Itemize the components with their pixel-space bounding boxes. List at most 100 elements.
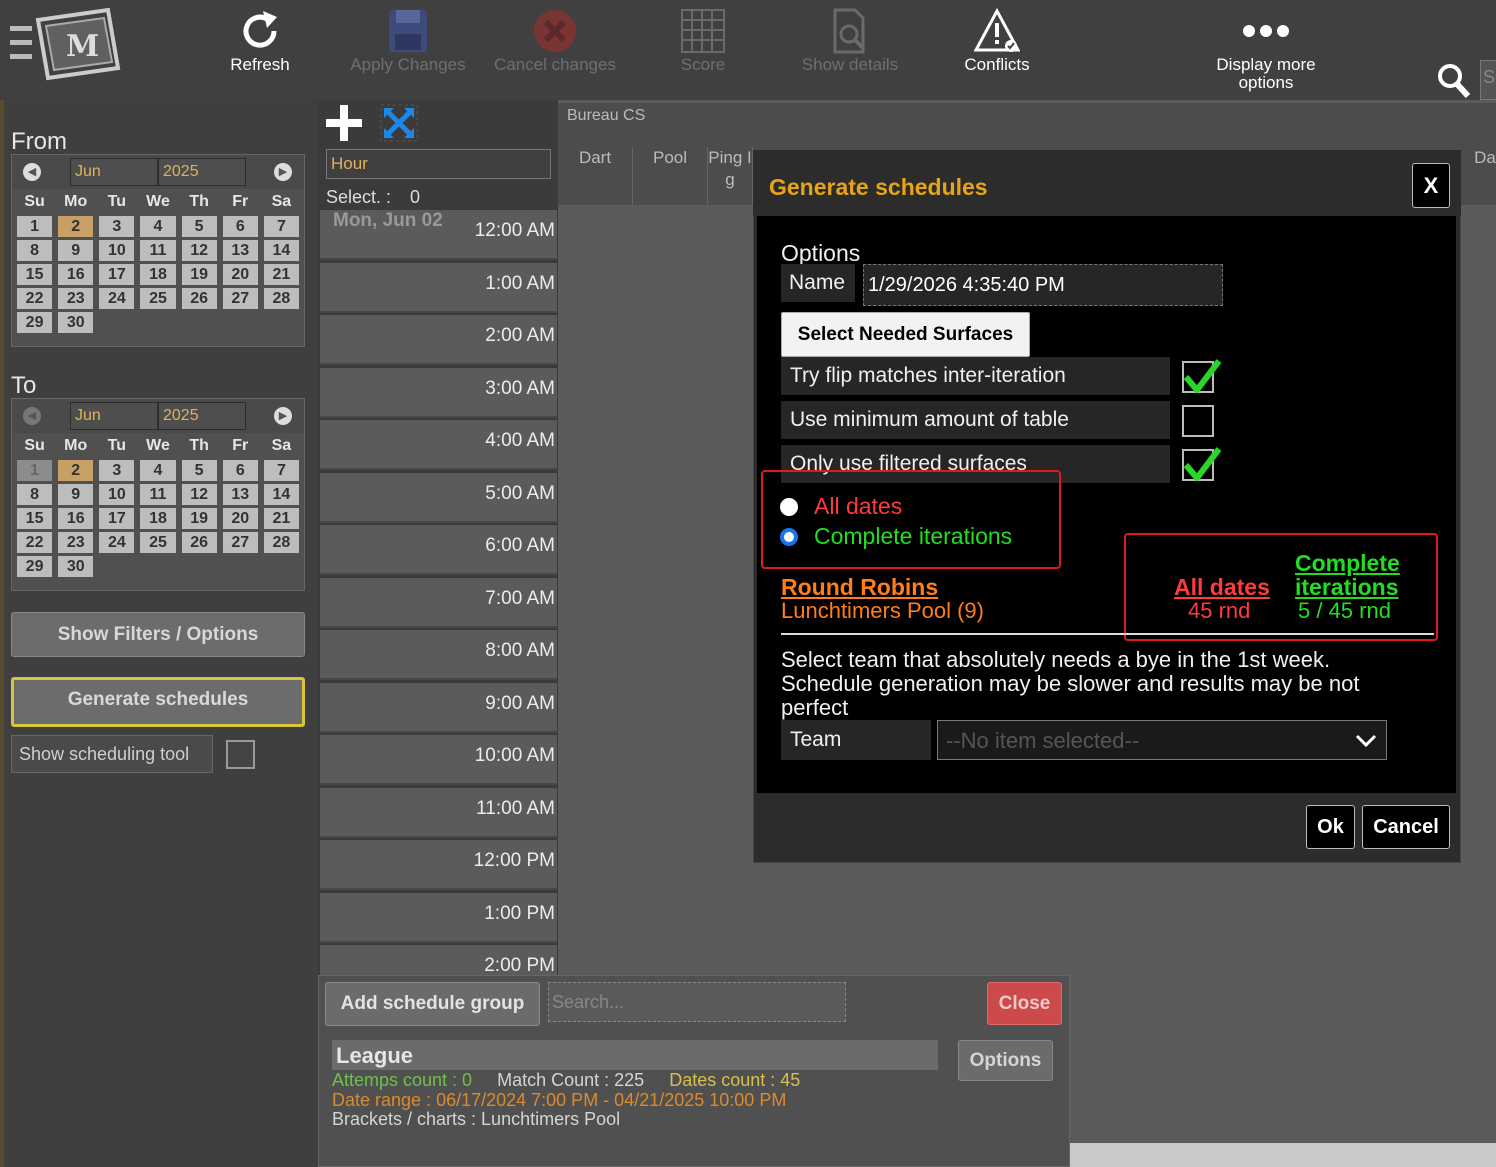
from-day-cell[interactable]: 11 bbox=[140, 240, 176, 261]
to-day-cell[interactable]: 2 bbox=[58, 460, 94, 481]
ok-button[interactable]: Ok bbox=[1306, 805, 1355, 849]
to-day-cell[interactable]: 3 bbox=[99, 460, 135, 481]
option-flip-checkbox[interactable] bbox=[1182, 359, 1222, 393]
to-day-cell[interactable]: 13 bbox=[222, 484, 258, 505]
from-day-cell[interactable]: 29 bbox=[17, 312, 53, 333]
to-day-cell[interactable]: 14 bbox=[263, 484, 299, 505]
apply-changes-button[interactable]: Apply Changes bbox=[338, 6, 478, 74]
round-robins-title[interactable]: Round Robins bbox=[781, 574, 938, 601]
league-title[interactable]: League bbox=[332, 1040, 938, 1070]
from-year-select[interactable]: 2025 bbox=[158, 158, 246, 186]
from-day-cell[interactable]: 10 bbox=[99, 240, 135, 261]
to-day-cell[interactable]: 8 bbox=[17, 484, 53, 505]
to-day-cell[interactable]: 9 bbox=[58, 484, 94, 505]
option-filtered-checkbox[interactable] bbox=[1182, 447, 1222, 481]
from-day-cell[interactable]: 8 bbox=[17, 240, 53, 261]
dialog-close-button[interactable]: X bbox=[1412, 163, 1450, 208]
generate-schedules-button[interactable]: Generate schedules bbox=[11, 677, 305, 727]
from-day-cell[interactable]: 12 bbox=[181, 240, 217, 261]
to-day-cell[interactable]: 4 bbox=[140, 460, 176, 481]
time-row[interactable]: 1:00 PM bbox=[320, 892, 557, 943]
to-day-cell[interactable]: 30 bbox=[58, 556, 94, 577]
to-day-cell[interactable]: 24 bbox=[99, 532, 135, 553]
to-day-cell[interactable]: 5 bbox=[181, 460, 217, 481]
from-day-cell[interactable]: 24 bbox=[99, 288, 135, 309]
time-row[interactable]: 6:00 AM bbox=[320, 525, 557, 575]
from-day-cell[interactable]: 4 bbox=[140, 216, 176, 237]
time-row[interactable]: 1:00 AM bbox=[320, 262, 557, 313]
to-day-cell[interactable]: 28 bbox=[263, 532, 299, 553]
time-row[interactable]: 5:00 AM bbox=[320, 472, 557, 523]
to-day-cell[interactable]: 12 bbox=[181, 484, 217, 505]
horizontal-scrollbar[interactable] bbox=[1070, 1143, 1496, 1167]
from-day-cell[interactable]: 22 bbox=[17, 288, 53, 309]
to-day-cell[interactable]: 17 bbox=[99, 508, 135, 529]
to-day-cell[interactable]: 18 bbox=[140, 508, 176, 529]
to-day-cell[interactable]: 11 bbox=[140, 484, 176, 505]
add-schedule-group-button[interactable]: Add schedule group bbox=[325, 982, 540, 1026]
from-day-cell[interactable]: 9 bbox=[58, 240, 94, 261]
to-prev-month-icon[interactable]: ◀ bbox=[23, 407, 41, 425]
cancel-changes-button[interactable]: Cancel changes bbox=[485, 6, 625, 74]
time-row[interactable]: 12:00 PM bbox=[320, 840, 557, 890]
time-row[interactable]: 4:00 AM bbox=[320, 420, 557, 470]
time-row[interactable]: 3:00 AM bbox=[320, 367, 557, 418]
time-row[interactable]: 9:00 AM bbox=[320, 682, 557, 733]
to-day-cell[interactable]: 22 bbox=[17, 532, 53, 553]
to-day-cell[interactable]: 23 bbox=[58, 532, 94, 553]
granularity-select[interactable]: Hour bbox=[326, 149, 551, 179]
to-day-cell[interactable]: 26 bbox=[181, 532, 217, 553]
to-day-cell[interactable]: 16 bbox=[58, 508, 94, 529]
from-day-cell[interactable]: 6 bbox=[222, 216, 258, 237]
from-day-cell[interactable]: 2 bbox=[58, 216, 94, 237]
to-day-cell[interactable]: 6 bbox=[222, 460, 258, 481]
column-header-ping[interactable]: Ping I g bbox=[708, 147, 753, 205]
from-day-cell[interactable]: 19 bbox=[181, 264, 217, 285]
to-day-cell[interactable]: 27 bbox=[222, 532, 258, 553]
to-day-cell[interactable]: 29 bbox=[17, 556, 53, 577]
show-scheduling-tool-checkbox[interactable] bbox=[226, 740, 255, 769]
options-button[interactable]: Options bbox=[958, 1040, 1053, 1081]
from-day-cell[interactable]: 14 bbox=[263, 240, 299, 261]
to-day-cell[interactable]: 25 bbox=[140, 532, 176, 553]
to-day-cell[interactable]: 21 bbox=[263, 508, 299, 529]
from-day-cell[interactable]: 26 bbox=[181, 288, 217, 309]
score-button[interactable]: Score bbox=[633, 6, 773, 74]
time-row[interactable]: 2:00 AM bbox=[320, 315, 557, 365]
from-day-cell[interactable]: 13 bbox=[222, 240, 258, 261]
from-day-cell[interactable]: 28 bbox=[263, 288, 299, 309]
display-more-options-button[interactable]: Display more options bbox=[1196, 6, 1336, 92]
show-filters-button[interactable]: Show Filters / Options bbox=[11, 612, 305, 657]
from-day-cell[interactable]: 16 bbox=[58, 264, 94, 285]
select-needed-surfaces-button[interactable]: Select Needed Surfaces bbox=[781, 312, 1030, 357]
add-icon[interactable] bbox=[325, 104, 363, 147]
to-day-cell[interactable]: 19 bbox=[181, 508, 217, 529]
show-details-button[interactable]: Show details bbox=[780, 6, 920, 74]
to-day-cell[interactable]: 1 bbox=[17, 460, 53, 481]
from-next-month-icon[interactable]: ▶ bbox=[274, 163, 292, 181]
from-day-cell[interactable]: 20 bbox=[222, 264, 258, 285]
to-day-cell[interactable]: 10 bbox=[99, 484, 135, 505]
column-header-da[interactable]: Da bbox=[1474, 147, 1496, 205]
column-header-pool[interactable]: Pool bbox=[633, 147, 708, 205]
team-select[interactable]: --No item selected-- bbox=[937, 720, 1387, 760]
from-day-cell[interactable]: 23 bbox=[58, 288, 94, 309]
close-button[interactable]: Close bbox=[987, 982, 1062, 1025]
from-day-cell[interactable]: 30 bbox=[58, 312, 94, 333]
from-month-select[interactable]: Jun bbox=[70, 158, 158, 186]
expand-icon[interactable] bbox=[380, 104, 418, 147]
time-row[interactable]: 8:00 AM bbox=[320, 630, 557, 680]
search-icon[interactable] bbox=[1436, 60, 1472, 100]
option-min-table-checkbox[interactable] bbox=[1182, 405, 1214, 437]
from-day-cell[interactable]: 15 bbox=[17, 264, 53, 285]
from-day-cell[interactable]: 25 bbox=[140, 288, 176, 309]
refresh-button[interactable]: Refresh bbox=[190, 6, 330, 74]
conflicts-button[interactable]: Conflicts bbox=[927, 6, 1067, 74]
app-logo[interactable]: M bbox=[8, 6, 123, 86]
from-day-cell[interactable]: 1 bbox=[17, 216, 53, 237]
cancel-button[interactable]: Cancel bbox=[1362, 805, 1450, 849]
column-header-dart[interactable]: Dart bbox=[558, 147, 633, 205]
name-input[interactable]: 1/29/2026 4:35:40 PM bbox=[863, 264, 1223, 306]
to-day-cell[interactable]: 15 bbox=[17, 508, 53, 529]
search-input-stub[interactable]: S bbox=[1480, 60, 1496, 100]
